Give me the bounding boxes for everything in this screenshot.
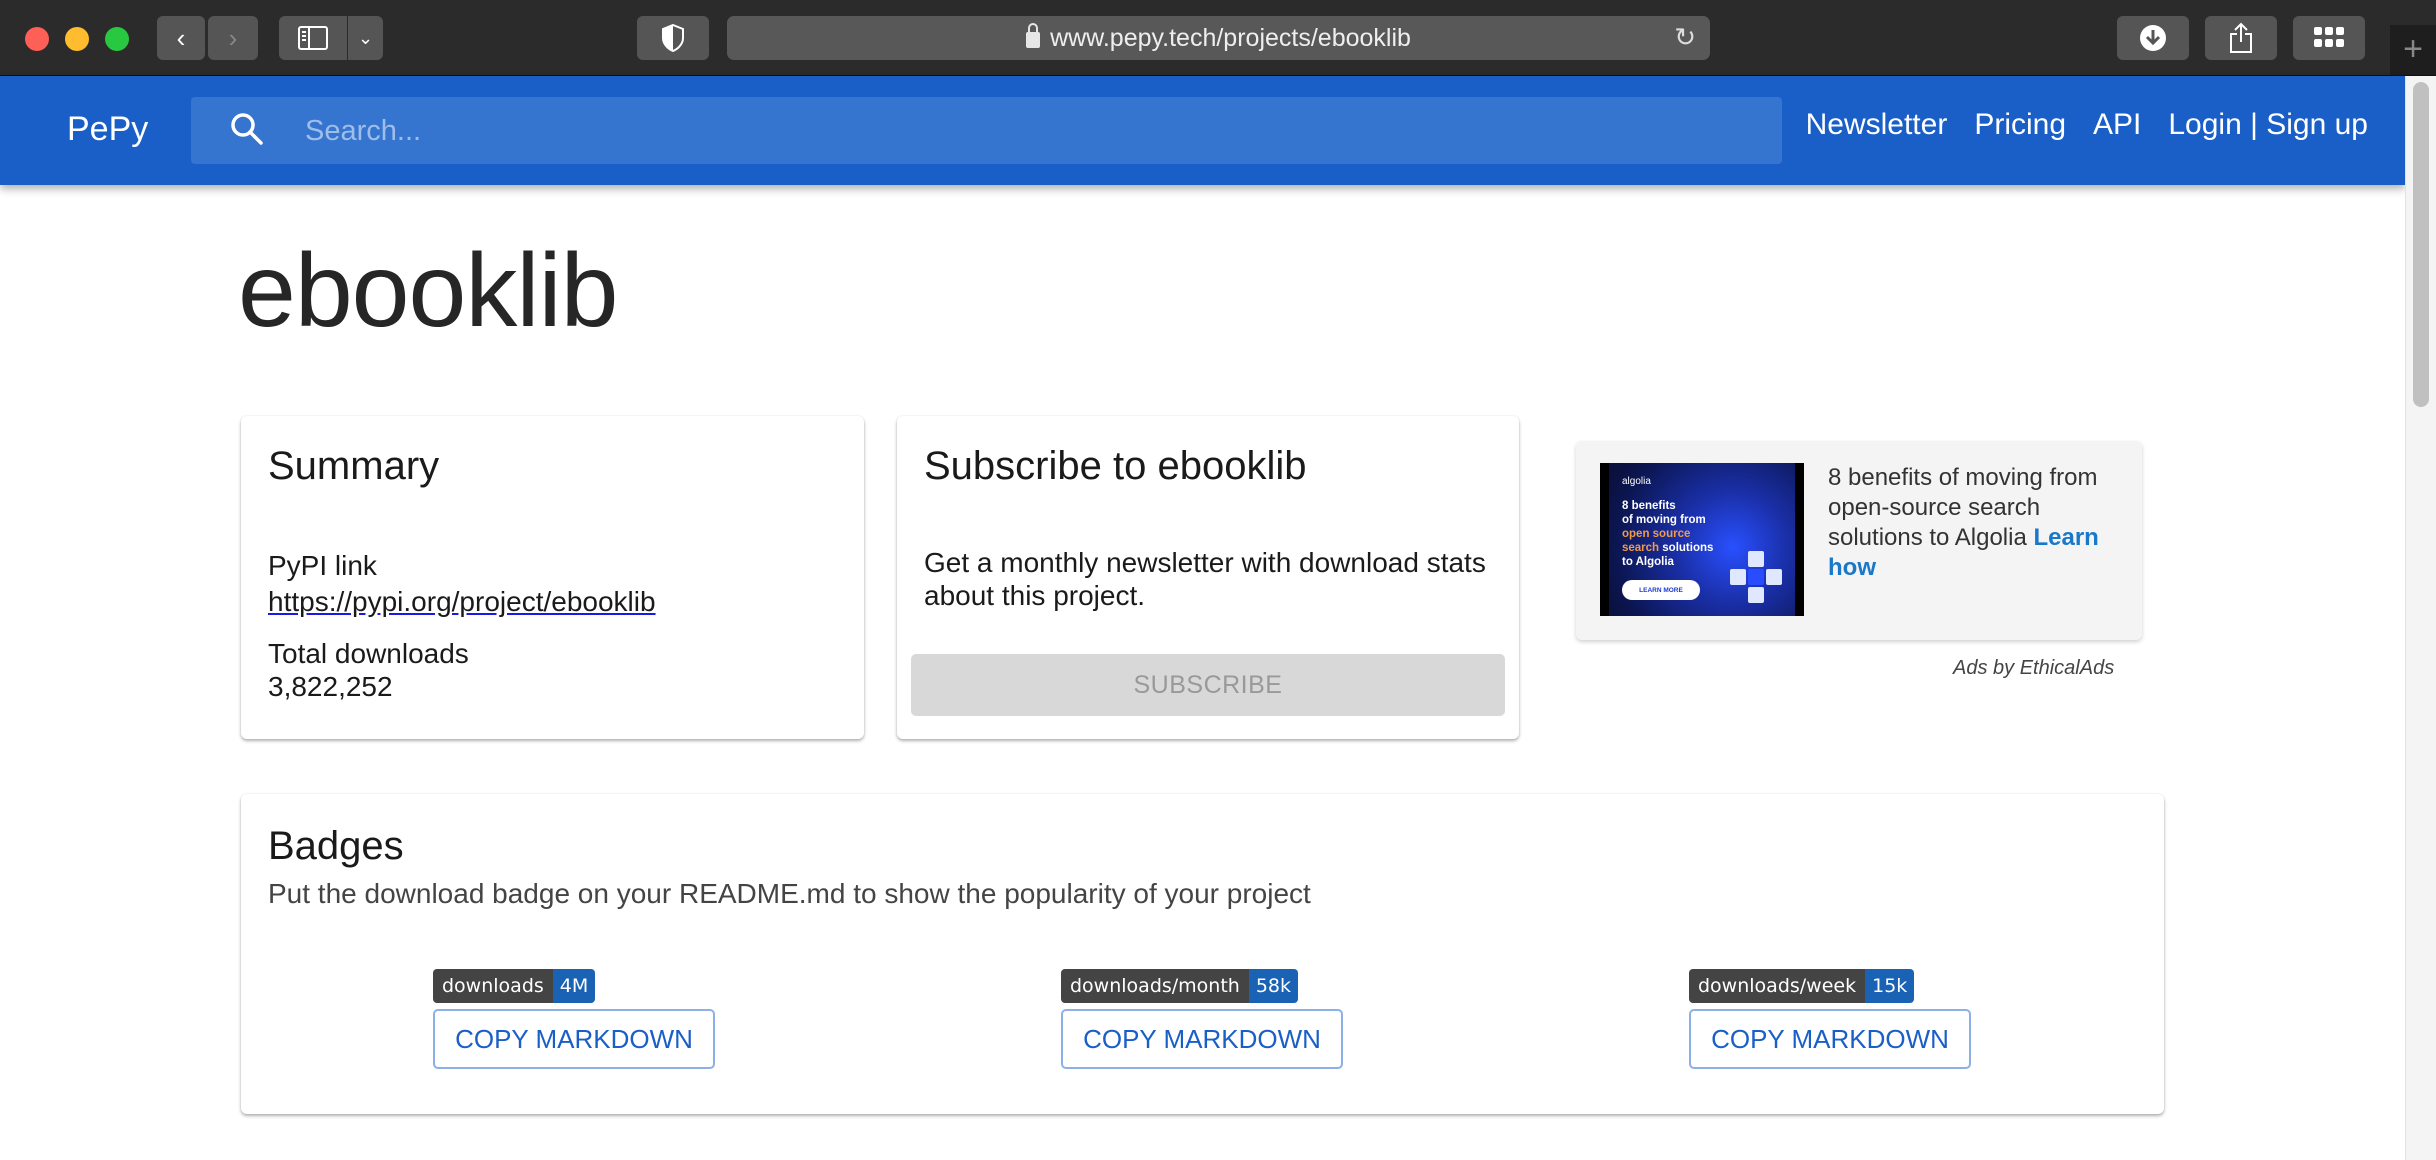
subscribe-card: Subscribe to ebooklib Get a monthly news… (897, 416, 1519, 739)
chevron-down-icon: ⌄ (357, 27, 374, 48)
url-text: www.pepy.tech/projects/ebooklib (1050, 23, 1411, 52)
badges-description: Put the download badge on your README.md… (268, 878, 1311, 909)
copy-markdown-button[interactable]: COPY MARKDOWN (1061, 1009, 1343, 1069)
page-title: ebooklib (238, 233, 618, 349)
badge-group-total: downloads 4M COPY MARKDOWN (433, 969, 715, 1069)
badges-card: Badges Put the download badge on your RE… (241, 794, 2164, 1114)
subscribe-description: Get a monthly newsletter with download s… (924, 547, 1486, 611)
download-icon (2140, 25, 2166, 51)
nav-link-login-signup[interactable]: Login | Sign up (2168, 108, 2368, 142)
new-tab-button[interactable]: + (2390, 25, 2436, 75)
ads-attribution[interactable]: Ads by EthicalAds (1953, 657, 2114, 680)
tab-overview-button[interactable] (2293, 16, 2365, 60)
ad-text: 8 benefits of moving from open-source se… (1828, 463, 2128, 583)
reload-icon[interactable]: ↻ (1674, 22, 1696, 53)
badge-value: 58k (1248, 969, 1299, 1003)
share-icon (2230, 22, 2252, 53)
forward-button[interactable]: › (208, 16, 258, 60)
summary-heading: Summary (268, 444, 440, 488)
plus-icon: + (2403, 30, 2423, 68)
privacy-shield-icon (662, 24, 684, 52)
site-navbar: PePy Newsletter Pricing API Login | Sign… (0, 76, 2405, 185)
sidebar-dropdown-button[interactable]: ⌄ (348, 16, 383, 60)
chevron-right-icon: › (228, 22, 238, 53)
total-downloads-value: 3,822,252 (268, 671, 393, 702)
subscribe-heading: Subscribe to ebooklib (924, 444, 1307, 488)
badge-group-week: downloads/week 15k COPY MARKDOWN (1689, 969, 1971, 1069)
summary-card: Summary PyPI link https://pypi.org/proje… (241, 416, 864, 739)
page-scrollbar[interactable] (2405, 76, 2436, 1160)
ad-image-line: open source (1622, 528, 1691, 540)
ad-image[interactable]: algolia 8 benefits of moving from open s… (1600, 463, 1804, 616)
badge-value: 15k (1865, 969, 1915, 1003)
search-box[interactable] (191, 97, 1782, 166)
downloads-badge: downloads 4M (433, 969, 596, 1003)
close-window-button[interactable] (25, 27, 49, 51)
brand-logo[interactable]: PePy (67, 110, 148, 149)
ad-image-text: 8 benefits of moving from open source se… (1622, 499, 1713, 569)
tab-overview-icon (2314, 27, 2344, 47)
downloads-week-badge: downloads/week 15k (1689, 969, 1915, 1003)
ad-image-accent: search (1622, 542, 1660, 554)
downloads-button[interactable] (2117, 16, 2189, 60)
sidebar-toggle-button[interactable] (279, 16, 347, 60)
search-input[interactable] (303, 97, 1707, 166)
badge-label: downloads (433, 969, 553, 1003)
ad-image-line: 8 benefits (1622, 500, 1676, 512)
minimize-window-button[interactable] (65, 27, 89, 51)
ad-image-line: of moving from (1622, 514, 1706, 526)
ad-image-line: to Algolia (1622, 556, 1674, 568)
search-icon (231, 113, 263, 145)
nav-links: Newsletter Pricing API Login | Sign up (1806, 108, 2368, 142)
nav-link-api[interactable]: API (2093, 108, 2141, 142)
nav-link-pricing[interactable]: Pricing (1974, 108, 2066, 142)
scrollbar-thumb[interactable] (2413, 82, 2429, 407)
badge-label: downloads/month (1061, 969, 1249, 1003)
address-bar[interactable]: www.pepy.tech/projects/ebooklib ↻ (727, 16, 1710, 60)
back-button[interactable]: ‹ (157, 16, 205, 60)
badge-label: downloads/week (1689, 969, 1866, 1003)
ad-image-line: search solutions (1622, 541, 1713, 555)
copy-markdown-button[interactable]: COPY MARKDOWN (1689, 1009, 1971, 1069)
chevron-left-icon: ‹ (176, 22, 186, 53)
copy-markdown-button[interactable]: COPY MARKDOWN (433, 1009, 715, 1069)
zoom-window-button[interactable] (105, 27, 129, 51)
pypi-link[interactable]: https://pypi.org/project/ebooklib (268, 586, 656, 618)
total-downloads-label: Total downloads (268, 638, 469, 669)
algolia-logo: algolia (1622, 476, 1651, 487)
browser-toolbar: ‹ › ⌄ www.pepy.tech/projects/ebooklib ↻ … (0, 0, 2436, 76)
sidebar-icon (298, 26, 328, 50)
nav-link-newsletter[interactable]: Newsletter (1806, 108, 1948, 142)
badge-group-month: downloads/month 58k COPY MARKDOWN (1061, 969, 1343, 1069)
privacy-report-button[interactable] (637, 16, 709, 60)
ad-card[interactable]: algolia 8 benefits of moving from open s… (1576, 441, 2142, 640)
lock-icon (1026, 23, 1041, 48)
ad-image-learn-more: LEARN MORE (1622, 580, 1700, 600)
subscribe-button[interactable]: SUBSCRIBE (911, 654, 1505, 716)
badges-heading: Badges (268, 824, 404, 868)
share-button[interactable] (2205, 16, 2277, 60)
ad-image-rest: solutions (1659, 542, 1714, 554)
badge-value: 4M (552, 969, 596, 1003)
pypi-link-label: PyPI link (268, 550, 377, 581)
downloads-month-badge: downloads/month 58k (1061, 969, 1299, 1003)
